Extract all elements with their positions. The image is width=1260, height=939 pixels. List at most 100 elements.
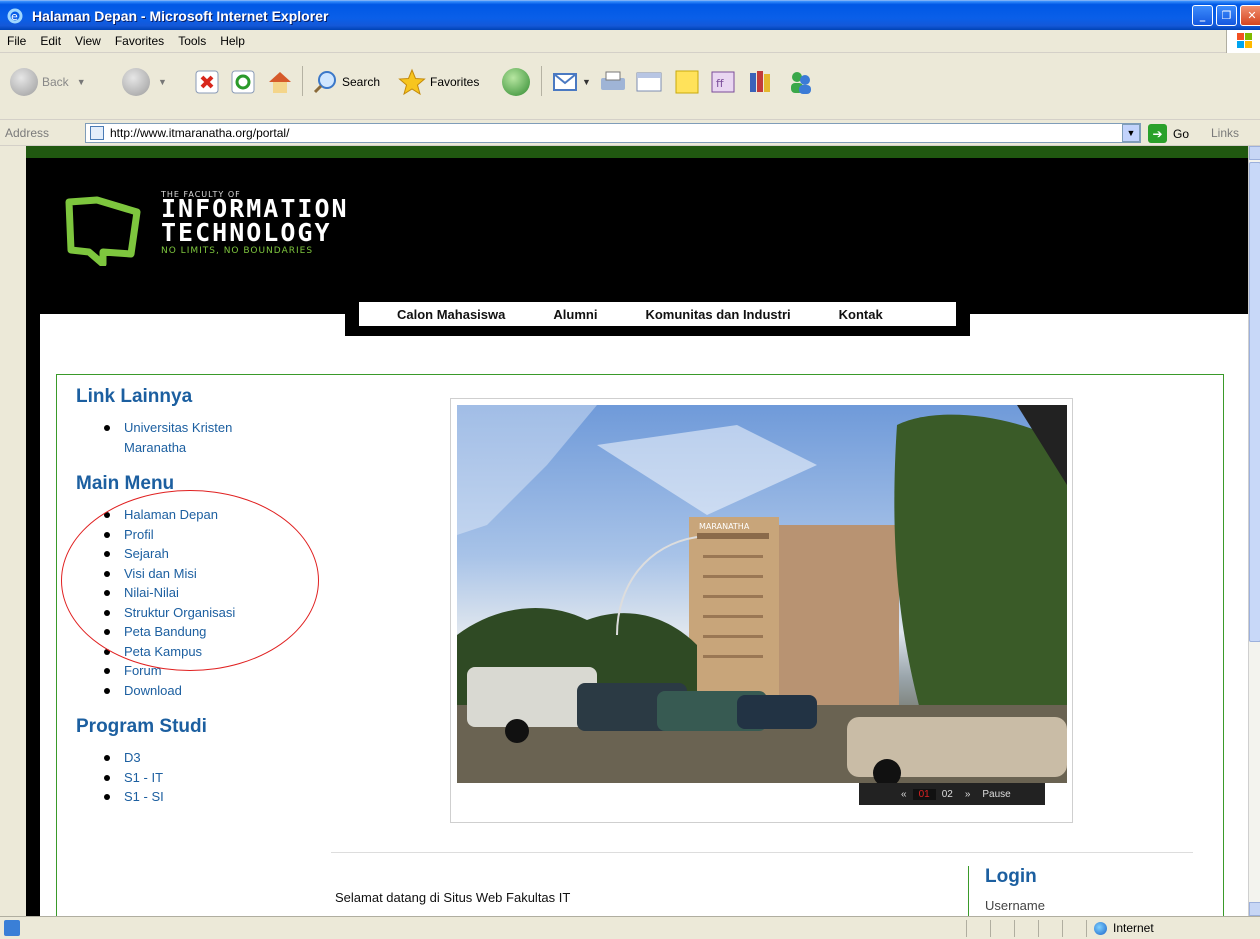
scroll-up-icon[interactable]	[1249, 146, 1260, 160]
slide-1-button[interactable]: 01	[912, 788, 936, 800]
favorites-button[interactable]: Favorites	[398, 64, 479, 100]
research-button[interactable]	[746, 64, 776, 100]
home-icon	[269, 72, 291, 93]
welcome-text: Selamat datang di Situs Web Fakultas IT	[335, 890, 571, 905]
stop-button[interactable]	[194, 64, 220, 100]
logo-tagline: NO LIMITS, NO BOUNDARIES	[161, 246, 314, 256]
page-icon	[90, 126, 104, 140]
favorites-label: Favorites	[430, 75, 480, 89]
search-label: Search	[342, 75, 381, 89]
history-icon	[502, 68, 530, 96]
stop-icon	[195, 70, 219, 94]
scroll-thumb[interactable]	[1249, 162, 1260, 642]
link-lainnya-list: Universitas Kristen Maranatha	[104, 418, 254, 457]
refresh-icon	[231, 70, 255, 94]
search-button[interactable]: Search	[312, 64, 380, 100]
notes-button[interactable]	[672, 64, 702, 100]
refresh-button[interactable]	[230, 64, 256, 100]
go-button[interactable]: ➔ Go	[1148, 124, 1189, 143]
window-title: Halaman Depan - Microsoft Internet Explo…	[32, 7, 329, 24]
prodi-s1-it[interactable]: S1 - IT	[104, 768, 336, 788]
next-slide-button[interactable]: »	[959, 789, 977, 800]
program-studi-heading: Program Studi	[76, 716, 207, 737]
title-bar: e Halaman Depan - Microsoft Internet Exp…	[0, 0, 1260, 30]
home-button[interactable]	[266, 64, 294, 100]
svg-text:ff: ff	[716, 77, 724, 90]
history-button[interactable]	[502, 64, 530, 100]
favorites-star-icon	[398, 68, 426, 96]
windows-flag-icon	[1226, 30, 1260, 53]
edit-page-icon	[636, 72, 662, 92]
vertical-scrollbar[interactable]	[1248, 146, 1260, 916]
address-url: http://www.itmaranatha.org/portal/	[110, 126, 290, 140]
prev-slide-button[interactable]: «	[895, 789, 913, 800]
standard-toolbar: Back ▼ ▼ Search Favorites ▼ ff	[0, 54, 1260, 120]
maximize-button[interactable]: ❐	[1216, 5, 1237, 26]
mail-icon	[553, 73, 577, 91]
back-label: Back	[42, 75, 69, 89]
header-stripe	[26, 146, 1248, 158]
messenger-people-button[interactable]	[786, 64, 816, 100]
login-box: Login Username	[968, 866, 1045, 916]
svg-text:e: e	[11, 10, 18, 23]
logo-line3: TECHNOLOGY	[161, 218, 332, 247]
search-icon	[313, 71, 336, 94]
page-status-icon	[4, 920, 20, 936]
link-ukm[interactable]: Universitas Kristen Maranatha	[104, 418, 254, 457]
site-logo[interactable]: THE FACULTY OF INFORMATION TECHNOLOGY NO…	[61, 186, 431, 266]
messenger-button[interactable]: ff	[708, 64, 738, 100]
address-dropdown-icon[interactable]: ▼	[1122, 124, 1140, 142]
prodi-d3[interactable]: D3	[104, 748, 336, 768]
menu-favorites[interactable]: Favorites	[108, 34, 171, 48]
messenger-icon	[791, 72, 811, 94]
program-studi-list: D3 S1 - IT S1 - SI	[104, 748, 336, 807]
menu-item-download[interactable]: Download	[104, 681, 336, 701]
forward-arrow-icon	[122, 68, 150, 96]
page-viewport: THE FACULTY OF INFORMATION TECHNOLOGY NO…	[26, 146, 1248, 916]
nav-kontak[interactable]: Kontak	[839, 307, 883, 322]
slideshow-controls: « 01 02 » Pause	[859, 783, 1045, 805]
pause-button[interactable]: Pause	[976, 789, 1016, 800]
scroll-down-icon[interactable]	[1249, 902, 1260, 916]
red-annotation-ellipse	[61, 490, 319, 671]
nav-calon-mahasiswa[interactable]: Calon Mahasiswa	[397, 307, 505, 322]
menu-edit[interactable]: Edit	[33, 34, 68, 48]
status-bar: Internet	[0, 916, 1260, 939]
menu-file[interactable]: File	[0, 34, 33, 48]
campus-photo: MARANATHA	[457, 405, 1067, 783]
books-icon	[750, 71, 770, 92]
print-button[interactable]	[598, 64, 628, 100]
building-sign: MARANATHA	[699, 522, 750, 531]
printer-icon	[601, 71, 625, 90]
research-icon: ff	[711, 71, 735, 93]
address-label: Address	[5, 126, 50, 140]
menu-view[interactable]: View	[68, 34, 108, 48]
zone-label: Internet	[1113, 921, 1154, 935]
links-label[interactable]: Links	[1211, 126, 1239, 140]
slide-2-button[interactable]: 02	[936, 789, 959, 800]
nav-alumni[interactable]: Alumni	[553, 307, 597, 322]
go-label: Go	[1173, 126, 1190, 141]
ie-icon: e	[6, 7, 24, 25]
prodi-s1-si[interactable]: S1 - SI	[104, 787, 336, 807]
menu-help[interactable]: Help	[213, 34, 252, 48]
edit-button[interactable]	[634, 64, 664, 100]
notes-icon	[675, 70, 699, 94]
back-arrow-icon	[10, 68, 38, 96]
username-label: Username	[985, 898, 1045, 913]
slideshow: MARANATHA « 01 02 » Pause	[450, 398, 1073, 823]
login-heading: Login	[985, 866, 1037, 887]
content-divider	[331, 852, 1193, 853]
minimize-button[interactable]: _	[1192, 5, 1213, 26]
menu-bar: File Edit View Favorites Tools Help	[0, 30, 1260, 53]
ie-window: e Halaman Depan - Microsoft Internet Exp…	[0, 0, 1260, 939]
address-input[interactable]: http://www.itmaranatha.org/portal/	[85, 123, 1141, 143]
internet-globe-icon	[1094, 921, 1107, 935]
mail-button[interactable]: ▼	[552, 64, 591, 100]
top-nav: Calon Mahasiswa Alumni Komunitas dan Ind…	[345, 302, 970, 336]
menu-tools[interactable]: Tools	[171, 34, 213, 48]
close-button[interactable]: ✕	[1240, 5, 1260, 26]
back-button[interactable]: Back ▼	[10, 64, 86, 100]
nav-komunitas-industri[interactable]: Komunitas dan Industri	[645, 307, 790, 322]
forward-button[interactable]: ▼	[122, 64, 167, 100]
